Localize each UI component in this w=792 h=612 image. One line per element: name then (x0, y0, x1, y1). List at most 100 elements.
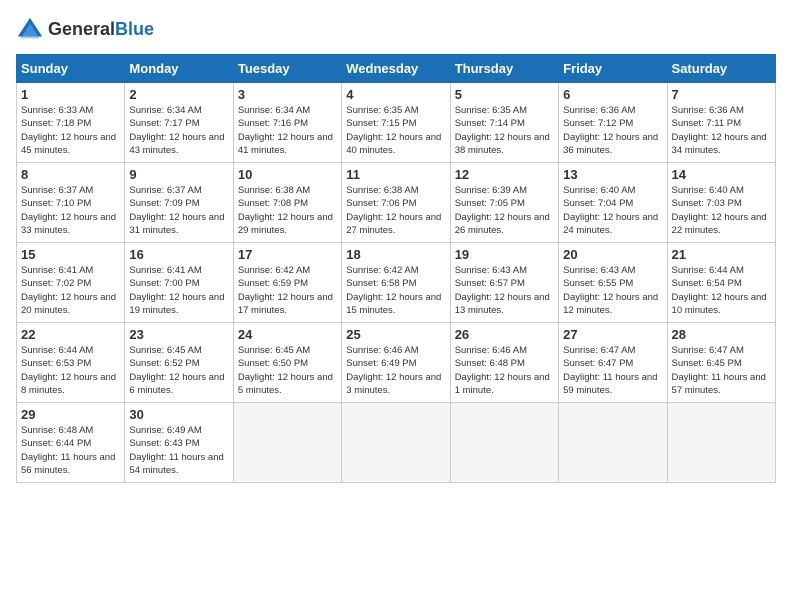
day-number: 13 (563, 167, 662, 182)
calendar-cell: 13 Sunrise: 6:40 AM Sunset: 7:04 PM Dayli… (559, 163, 667, 243)
day-number: 18 (346, 247, 445, 262)
day-number: 16 (129, 247, 228, 262)
weekday-header: Tuesday (233, 55, 341, 83)
calendar-cell: 23Sunrise: 6:45 AM Sunset: 6:52 PM Dayli… (125, 323, 233, 403)
cell-content: Sunrise: 6:42 AM Sunset: 6:58 PM Dayligh… (346, 264, 445, 317)
cell-content: Sunrise: 6:35 AM Sunset: 7:15 PM Dayligh… (346, 104, 445, 157)
cell-content: Sunrise: 6:46 AM Sunset: 6:48 PM Dayligh… (455, 344, 554, 397)
calendar-cell: 26 Sunrise: 6:46 AM Sunset: 6:48 PM Dayli… (450, 323, 558, 403)
cell-content: Sunrise: 6:47 AM Sunset: 6:47 PM Dayligh… (563, 344, 662, 397)
cell-content: Sunrise: 6:34 AM Sunset: 7:16 PM Dayligh… (238, 104, 337, 157)
calendar-cell: 16 Sunrise: 6:41 AM Sunset: 7:00 PM Dayli… (125, 243, 233, 323)
day-number: 21 (672, 247, 771, 262)
weekday-header: Wednesday (342, 55, 450, 83)
day-number: 27 (563, 327, 662, 342)
calendar-cell: 4 Sunrise: 6:35 AM Sunset: 7:15 PM Daylig… (342, 83, 450, 163)
cell-content: Sunrise: 6:36 AM Sunset: 7:12 PM Dayligh… (563, 104, 662, 157)
calendar-cell (342, 403, 450, 483)
cell-content: Sunrise: 6:34 AM Sunset: 7:17 PM Dayligh… (129, 104, 228, 157)
calendar-cell: 18 Sunrise: 6:42 AM Sunset: 6:58 PM Dayli… (342, 243, 450, 323)
calendar-cell: 27 Sunrise: 6:47 AM Sunset: 6:47 PM Dayli… (559, 323, 667, 403)
calendar-week-row: 1 Sunrise: 6:33 AM Sunset: 7:18 PM Daylig… (17, 83, 776, 163)
calendar-week-row: 29 Sunrise: 6:48 AM Sunset: 6:44 PM Dayli… (17, 403, 776, 483)
day-number: 28 (672, 327, 771, 342)
calendar-cell (450, 403, 558, 483)
cell-content: Sunrise: 6:47 AM Sunset: 6:45 PM Dayligh… (672, 344, 771, 397)
day-number: 26 (455, 327, 554, 342)
calendar-week-row: 15 Sunrise: 6:41 AM Sunset: 7:02 PM Dayli… (17, 243, 776, 323)
day-number: 2 (129, 87, 228, 102)
logo-text: GeneralBlue (48, 20, 154, 40)
calendar-cell (667, 403, 775, 483)
day-number: 10 (238, 167, 337, 182)
page-header: GeneralBlue (16, 16, 776, 44)
day-number: 7 (672, 87, 771, 102)
day-number: 29 (21, 407, 120, 422)
calendar-week-row: 8Sunrise: 6:37 AM Sunset: 7:10 PM Daylig… (17, 163, 776, 243)
day-number: 6 (563, 87, 662, 102)
day-number: 3 (238, 87, 337, 102)
cell-content: Sunrise: 6:37 AM Sunset: 7:09 PM Dayligh… (129, 184, 228, 237)
calendar-cell: 7 Sunrise: 6:36 AM Sunset: 7:11 PM Daylig… (667, 83, 775, 163)
day-number: 23 (129, 327, 228, 342)
day-number: 14 (672, 167, 771, 182)
weekday-header: Saturday (667, 55, 775, 83)
day-number: 17 (238, 247, 337, 262)
weekday-header: Sunday (17, 55, 125, 83)
day-number: 4 (346, 87, 445, 102)
calendar-cell: 10 Sunrise: 6:38 AM Sunset: 7:08 PM Dayli… (233, 163, 341, 243)
day-number: 11 (346, 167, 445, 182)
calendar-cell: 24Sunrise: 6:45 AM Sunset: 6:50 PM Dayli… (233, 323, 341, 403)
cell-content: Sunrise: 6:40 AM Sunset: 7:04 PM Dayligh… (563, 184, 662, 237)
cell-content: Sunrise: 6:41 AM Sunset: 7:02 PM Dayligh… (21, 264, 120, 317)
weekday-header: Monday (125, 55, 233, 83)
calendar-cell: 14Sunrise: 6:40 AM Sunset: 7:03 PM Dayli… (667, 163, 775, 243)
cell-content: Sunrise: 6:37 AM Sunset: 7:10 PM Dayligh… (21, 184, 120, 237)
cell-content: Sunrise: 6:44 AM Sunset: 6:53 PM Dayligh… (21, 344, 120, 397)
cell-content: Sunrise: 6:45 AM Sunset: 6:50 PM Dayligh… (238, 344, 337, 397)
weekday-header-row: SundayMondayTuesdayWednesdayThursdayFrid… (17, 55, 776, 83)
day-number: 9 (129, 167, 228, 182)
calendar-cell: 2 Sunrise: 6:34 AM Sunset: 7:17 PM Daylig… (125, 83, 233, 163)
day-number: 19 (455, 247, 554, 262)
calendar-cell: 30 Sunrise: 6:49 AM Sunset: 6:43 PM Dayli… (125, 403, 233, 483)
calendar-cell: 6 Sunrise: 6:36 AM Sunset: 7:12 PM Daylig… (559, 83, 667, 163)
calendar-cell: 19 Sunrise: 6:43 AM Sunset: 6:57 PM Dayli… (450, 243, 558, 323)
calendar-cell (233, 403, 341, 483)
weekday-header: Thursday (450, 55, 558, 83)
day-number: 1 (21, 87, 120, 102)
cell-content: Sunrise: 6:36 AM Sunset: 7:11 PM Dayligh… (672, 104, 771, 157)
day-number: 20 (563, 247, 662, 262)
day-number: 15 (21, 247, 120, 262)
cell-content: Sunrise: 6:39 AM Sunset: 7:05 PM Dayligh… (455, 184, 554, 237)
calendar-cell: 20 Sunrise: 6:43 AM Sunset: 6:55 PM Dayli… (559, 243, 667, 323)
calendar-cell: 21 Sunrise: 6:44 AM Sunset: 6:54 PM Dayli… (667, 243, 775, 323)
calendar-cell: 5Sunrise: 6:35 AM Sunset: 7:14 PM Daylig… (450, 83, 558, 163)
cell-content: Sunrise: 6:38 AM Sunset: 7:08 PM Dayligh… (238, 184, 337, 237)
cell-content: Sunrise: 6:38 AM Sunset: 7:06 PM Dayligh… (346, 184, 445, 237)
cell-content: Sunrise: 6:35 AM Sunset: 7:14 PM Dayligh… (455, 104, 554, 157)
cell-content: Sunrise: 6:49 AM Sunset: 6:43 PM Dayligh… (129, 424, 228, 477)
weekday-header: Friday (559, 55, 667, 83)
calendar-cell: 9 Sunrise: 6:37 AM Sunset: 7:09 PM Daylig… (125, 163, 233, 243)
cell-content: Sunrise: 6:43 AM Sunset: 6:57 PM Dayligh… (455, 264, 554, 317)
cell-content: Sunrise: 6:41 AM Sunset: 7:00 PM Dayligh… (129, 264, 228, 317)
cell-content: Sunrise: 6:46 AM Sunset: 6:49 PM Dayligh… (346, 344, 445, 397)
day-number: 22 (21, 327, 120, 342)
calendar-cell: 1 Sunrise: 6:33 AM Sunset: 7:18 PM Daylig… (17, 83, 125, 163)
day-number: 30 (129, 407, 228, 422)
cell-content: Sunrise: 6:43 AM Sunset: 6:55 PM Dayligh… (563, 264, 662, 317)
calendar-cell: 22 Sunrise: 6:44 AM Sunset: 6:53 PM Dayli… (17, 323, 125, 403)
calendar-cell: 25Sunrise: 6:46 AM Sunset: 6:49 PM Dayli… (342, 323, 450, 403)
cell-content: Sunrise: 6:33 AM Sunset: 7:18 PM Dayligh… (21, 104, 120, 157)
calendar-cell: 28 Sunrise: 6:47 AM Sunset: 6:45 PM Dayli… (667, 323, 775, 403)
calendar-cell (559, 403, 667, 483)
calendar-cell: 3 Sunrise: 6:34 AM Sunset: 7:16 PM Daylig… (233, 83, 341, 163)
calendar-cell: 12Sunrise: 6:39 AM Sunset: 7:05 PM Dayli… (450, 163, 558, 243)
calendar-cell: 11 Sunrise: 6:38 AM Sunset: 7:06 PM Dayli… (342, 163, 450, 243)
cell-content: Sunrise: 6:44 AM Sunset: 6:54 PM Dayligh… (672, 264, 771, 317)
calendar-week-row: 22 Sunrise: 6:44 AM Sunset: 6:53 PM Dayli… (17, 323, 776, 403)
logo-icon (16, 16, 44, 44)
cell-content: Sunrise: 6:48 AM Sunset: 6:44 PM Dayligh… (21, 424, 120, 477)
calendar-cell: 17Sunrise: 6:42 AM Sunset: 6:59 PM Dayli… (233, 243, 341, 323)
